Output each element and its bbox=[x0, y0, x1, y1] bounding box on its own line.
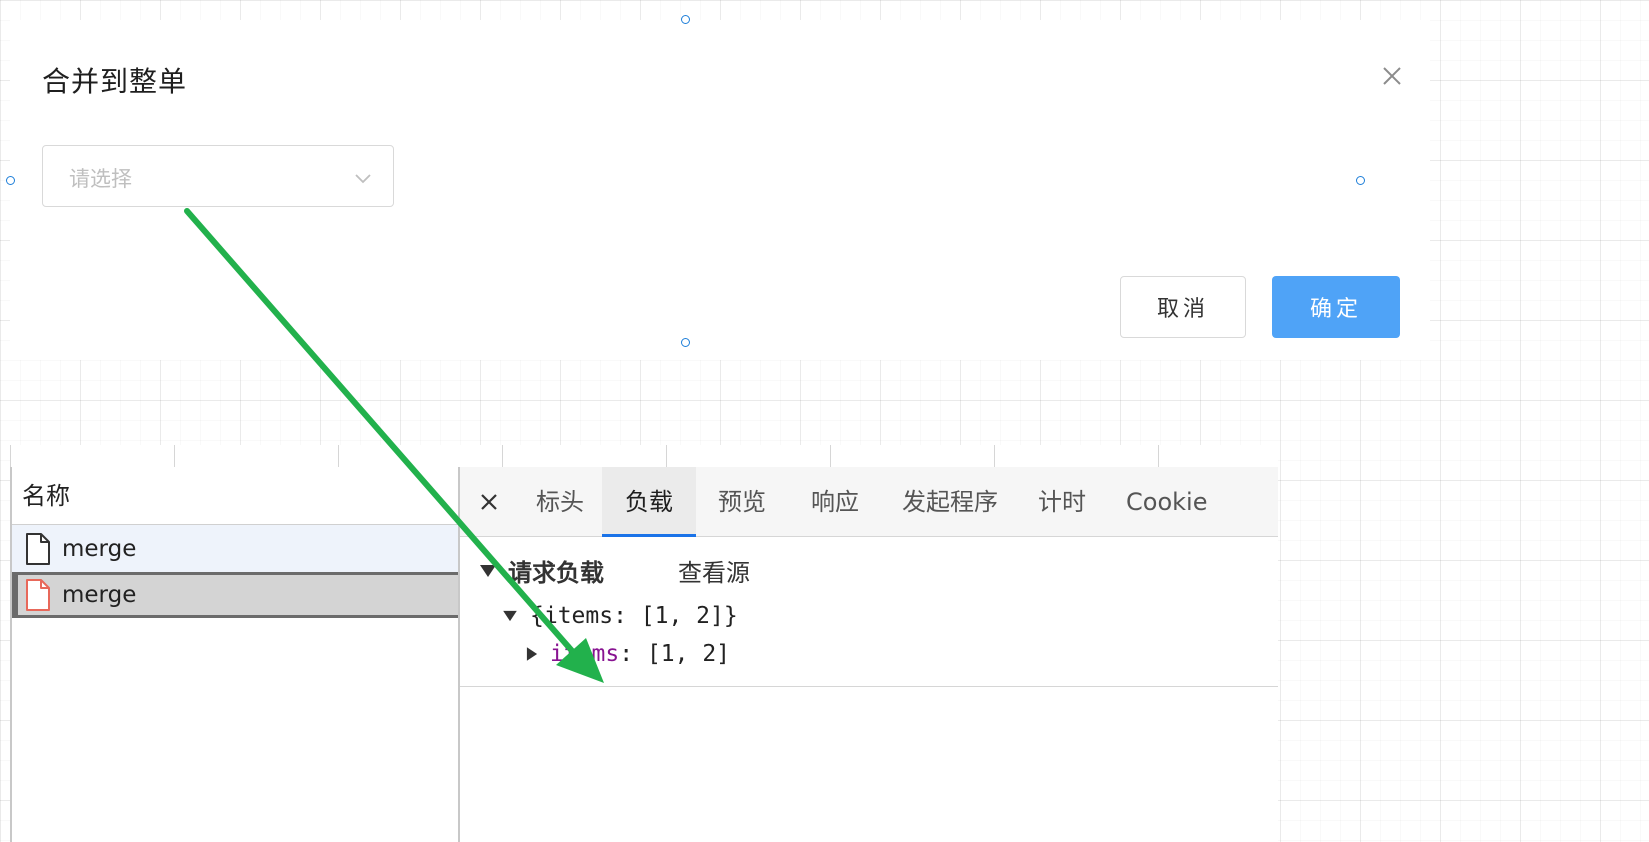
cancel-button[interactable]: 取消 bbox=[1120, 276, 1246, 338]
request-list: 名称 merge merge bbox=[10, 467, 460, 842]
view-source-link[interactable]: 查看源 bbox=[678, 553, 750, 588]
select-placeholder: 请选择 bbox=[69, 167, 132, 191]
detail-tabbar: 标头 负载 预览 响应 发起程序 计时 Cookie bbox=[460, 467, 1278, 537]
document-icon bbox=[24, 532, 52, 566]
close-icon bbox=[1383, 67, 1401, 85]
devtools-panel: 名称 merge merge 标头 负载 预览 响应 发起程序 计时 Cooki… bbox=[10, 467, 1278, 842]
chevron-down-icon bbox=[355, 174, 371, 184]
request-name: merge bbox=[62, 535, 137, 562]
payload-items-node[interactable]: items: [1, 2] bbox=[526, 641, 730, 667]
resize-handle-bottom[interactable] bbox=[681, 338, 690, 347]
order-select[interactable]: 请选择 bbox=[42, 145, 394, 207]
payload-root-node[interactable]: {items: [1, 2]} bbox=[502, 603, 738, 629]
column-tick bbox=[1158, 445, 1159, 467]
tab-payload[interactable]: 负载 bbox=[602, 467, 696, 537]
request-row-selected[interactable]: merge bbox=[12, 572, 458, 618]
document-error-icon bbox=[24, 578, 52, 612]
tab-cookies[interactable]: Cookie bbox=[1106, 467, 1278, 537]
section-header[interactable]: 请求负载 bbox=[480, 553, 604, 588]
payload-summary: {items: [1, 2]} bbox=[530, 603, 738, 629]
section-title: 请求负载 bbox=[508, 559, 604, 587]
tab-initiator[interactable]: 发起程序 bbox=[882, 467, 1018, 537]
expand-triangle-icon bbox=[503, 610, 517, 622]
tab-timing[interactable]: 计时 bbox=[1018, 467, 1106, 537]
request-detail: 标头 负载 预览 响应 发起程序 计时 Cookie 请求负载 查看源 {ite… bbox=[460, 467, 1278, 842]
merge-dialog: 合并到整单 请选择 取消 确定 bbox=[10, 20, 1430, 360]
tab-preview[interactable]: 预览 bbox=[696, 467, 788, 537]
request-payload-section: 请求负载 查看源 {items: [1, 2]} items: [1, 2] bbox=[460, 537, 1278, 687]
confirm-button[interactable]: 确定 bbox=[1272, 276, 1400, 338]
column-tick bbox=[174, 445, 175, 467]
close-button[interactable] bbox=[1372, 56, 1412, 96]
tab-headers[interactable]: 标头 bbox=[518, 467, 602, 537]
column-tick bbox=[338, 445, 339, 467]
tab-response[interactable]: 响应 bbox=[788, 467, 882, 537]
close-icon bbox=[481, 494, 497, 510]
resize-handle-top[interactable] bbox=[681, 15, 690, 24]
collapse-triangle-icon bbox=[526, 647, 538, 661]
resize-handle-right[interactable] bbox=[1356, 176, 1365, 185]
column-tick bbox=[10, 445, 11, 467]
column-tick bbox=[666, 445, 667, 467]
resize-handle-left[interactable] bbox=[6, 176, 15, 185]
expand-triangle-icon bbox=[480, 564, 496, 577]
request-row[interactable]: merge bbox=[12, 525, 458, 572]
column-tick bbox=[830, 445, 831, 467]
name-column-header[interactable]: 名称 bbox=[12, 467, 458, 525]
close-detail-button[interactable] bbox=[474, 487, 504, 517]
column-tick bbox=[994, 445, 995, 467]
payload-value: : [1, 2] bbox=[619, 641, 731, 667]
column-tick bbox=[502, 445, 503, 467]
payload-key: items bbox=[550, 641, 620, 667]
devtools-column-strip bbox=[10, 445, 1278, 468]
request-name: merge bbox=[62, 582, 137, 608]
dialog-title: 合并到整单 bbox=[42, 65, 188, 98]
